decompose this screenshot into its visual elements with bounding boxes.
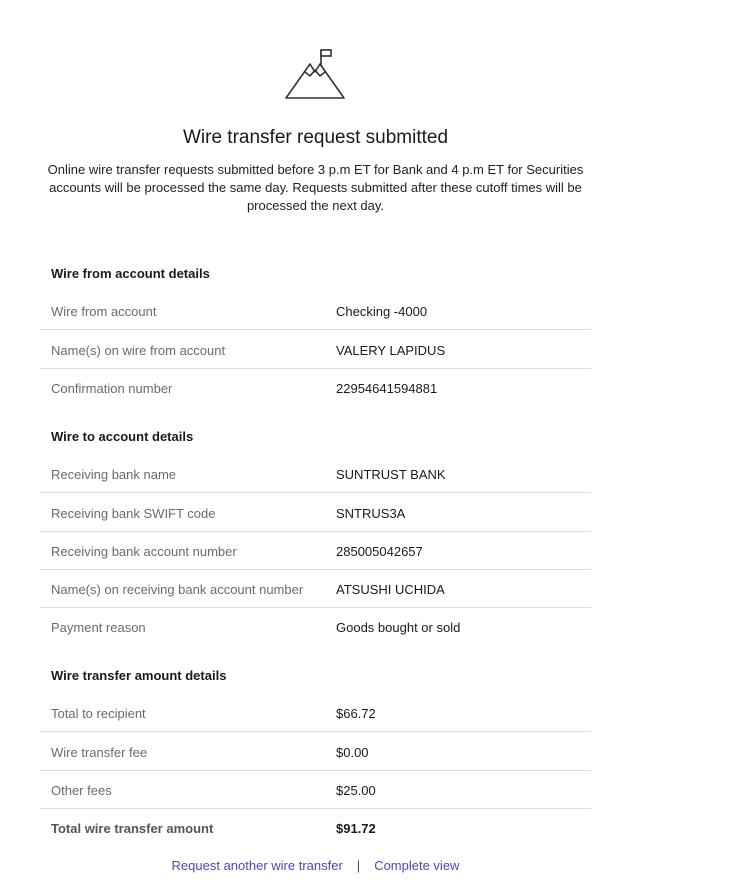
row-label: Total wire transfer amount <box>51 821 214 836</box>
row-value: SUNTRUST BANK <box>336 467 446 482</box>
detail-row: Receiving bank name SUNTRUST BANK <box>40 455 591 493</box>
detail-row: Receiving bank account number 2850050426… <box>40 532 591 570</box>
row-label: Payment reason <box>51 620 146 635</box>
detail-row: Wire from account Checking -4000 <box>40 292 591 330</box>
row-label: Receiving bank SWIFT code <box>51 506 216 521</box>
detail-row: Payment reason Goods bought or sold <box>40 608 591 646</box>
row-value: $91.72 <box>336 821 376 836</box>
row-value: $0.00 <box>336 745 369 760</box>
row-label: Receiving bank account number <box>51 544 237 559</box>
row-label: Receiving bank name <box>51 467 177 482</box>
row-label: Confirmation number <box>51 381 173 396</box>
mountain-flag-icon <box>285 49 345 99</box>
row-label: Wire transfer fee <box>51 745 148 760</box>
row-label: Total to recipient <box>51 706 146 721</box>
processing-notice: Online wire transfer requests submitted … <box>47 162 584 213</box>
row-label: Name(s) on wire from account <box>51 343 226 358</box>
request-another-wire-link[interactable]: Request another wire transfer <box>172 858 343 873</box>
complete-view-link[interactable]: Complete view <box>374 858 459 873</box>
page-title: Wire transfer request submitted <box>182 127 449 148</box>
row-value: $66.72 <box>336 706 376 721</box>
row-label: Name(s) on receiving bank account number <box>51 582 304 597</box>
detail-row: Wire transfer fee $0.00 <box>40 733 591 771</box>
detail-row: Name(s) on receiving bank account number… <box>40 570 591 608</box>
detail-row: Other fees $25.00 <box>40 771 591 809</box>
row-label: Wire from account <box>51 304 157 319</box>
section-heading-amount: Wire transfer amount details <box>51 668 227 683</box>
row-value: Goods bought or sold <box>336 620 461 635</box>
detail-row: Receiving bank SWIFT code SNTRUS3A <box>40 494 591 532</box>
footer-links: Request another wire transfer | Complete v… <box>40 858 591 873</box>
row-value: 285005042657 <box>336 544 423 559</box>
row-label: Other fees <box>51 783 112 798</box>
row-value: $25.00 <box>336 783 376 798</box>
row-value: VALERY LAPIDUS <box>336 343 446 358</box>
row-value: Checking -4000 <box>336 304 428 319</box>
detail-row: Confirmation number 22954641594881 <box>40 369 591 407</box>
detail-row: Name(s) on wire from account VALERY LAPI… <box>40 331 591 369</box>
detail-row: Total to recipient $66.72 <box>40 694 591 732</box>
row-value: SNTRUS3A <box>336 506 406 521</box>
section-heading-to: Wire to account details <box>51 429 194 444</box>
row-value: ATSUSHI UCHIDA <box>336 582 445 597</box>
link-separator: | <box>356 858 361 873</box>
section-heading-from: Wire from account details <box>51 266 210 281</box>
row-value: 22954641594881 <box>336 381 438 396</box>
total-row: Total wire transfer amount $91.72 <box>40 809 591 847</box>
